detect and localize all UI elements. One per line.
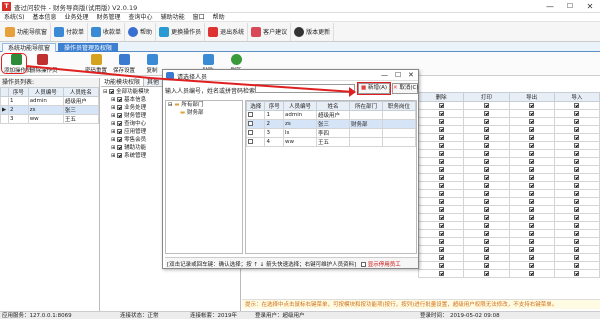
annotation-arrow bbox=[25, 65, 356, 97]
hint-bar: 提示：在选择中点击鼠标右键菜单，可按模块和按功能项(按行，按列)进行批量设置，超… bbox=[242, 299, 600, 309]
status-bar: 应用服务：127.0.0.1:8069 连接状态：正常 连接帐套：2019年 登… bbox=[0, 311, 600, 319]
arrow-head bbox=[349, 87, 356, 97]
arrow-line bbox=[25, 65, 355, 93]
